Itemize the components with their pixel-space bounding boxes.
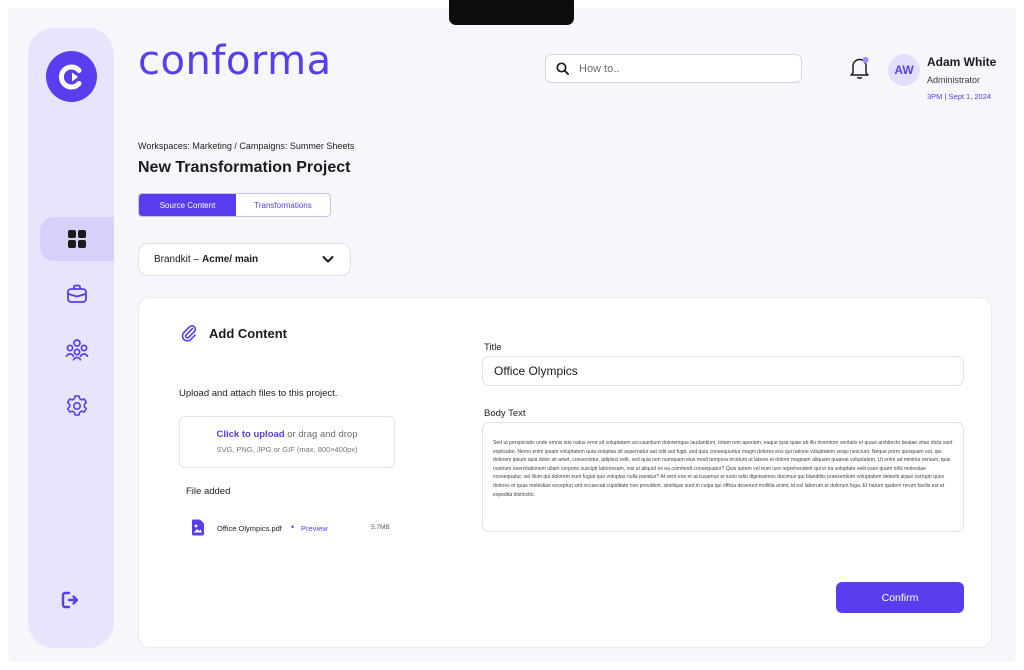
title-label: Title (484, 342, 502, 353)
sidebar-item-projects[interactable] (40, 272, 114, 316)
dropzone-instructions: Click to upload or drag and drop (180, 429, 394, 440)
search-input[interactable] (579, 62, 779, 75)
conforma-logo-icon[interactable] (46, 51, 97, 102)
file-name: Office Olympics.pdf (217, 524, 282, 533)
brandkit-label: Brandkit – (154, 254, 200, 265)
bell-icon (850, 57, 869, 79)
click-to-upload-link[interactable]: Click to upload (217, 429, 285, 440)
dashboard-grid-icon (68, 230, 86, 248)
file-size: 5.7MB (371, 524, 390, 531)
sidebar-item-team[interactable] (40, 328, 114, 372)
body-text-area[interactable]: Sed ut perspiciatis unde omnis iste natu… (482, 422, 964, 532)
sidebar-item-dashboard[interactable] (40, 217, 114, 261)
logout-icon (61, 591, 79, 609)
users-group-icon (65, 339, 89, 361)
device-notch (449, 0, 574, 25)
dropzone-text: or drag and drop (284, 429, 358, 440)
brandkit-select[interactable]: Brandkit – Acme/ main (138, 243, 351, 276)
user-avatar[interactable]: AW (888, 54, 920, 86)
sidebar-item-settings[interactable] (40, 384, 114, 428)
briefcase-icon (67, 284, 87, 303)
file-preview-link[interactable]: Preview (301, 524, 328, 533)
breadcrumb: Workspaces: Marketing / Campaigns: Summe… (138, 141, 355, 151)
confirm-button[interactable]: Confirm (836, 582, 964, 613)
chevron-down-icon (322, 256, 334, 263)
title-input[interactable] (482, 356, 964, 386)
page-title: New Transformation Project (138, 159, 351, 176)
content-tabs: Source Content Transformations (138, 193, 331, 217)
logout-button[interactable] (52, 585, 88, 615)
brand-logo-text: conforma (138, 38, 332, 84)
file-added-label: File added (186, 486, 231, 497)
dropzone-hint: SVG, PNG, JPG or GIF (max. 800×400px) (216, 445, 358, 454)
search-icon (556, 62, 569, 75)
tab-source-content[interactable]: Source Content (139, 194, 236, 216)
add-content-title: Add Content (209, 326, 287, 341)
settings-gear-icon (66, 395, 88, 416)
body-text-label: Body Text (484, 408, 526, 419)
user-name: Adam White (927, 55, 997, 69)
user-role: Administrator (927, 75, 981, 85)
attachment-icon (181, 325, 197, 342)
search-bar[interactable] (545, 54, 802, 83)
file-separator: • (291, 522, 295, 532)
upload-description: Upload and attach files to this project. (179, 388, 338, 399)
brandkit-value: Acme/ main (202, 254, 259, 265)
notifications-button[interactable] (849, 56, 871, 80)
tab-transformations[interactable]: Transformations (236, 194, 330, 216)
user-datetime: 3PM | Sept 1, 2024 (927, 92, 992, 101)
file-dropzone[interactable]: Click to upload or drag and drop SVG, PN… (179, 416, 395, 468)
image-file-icon (192, 519, 204, 536)
